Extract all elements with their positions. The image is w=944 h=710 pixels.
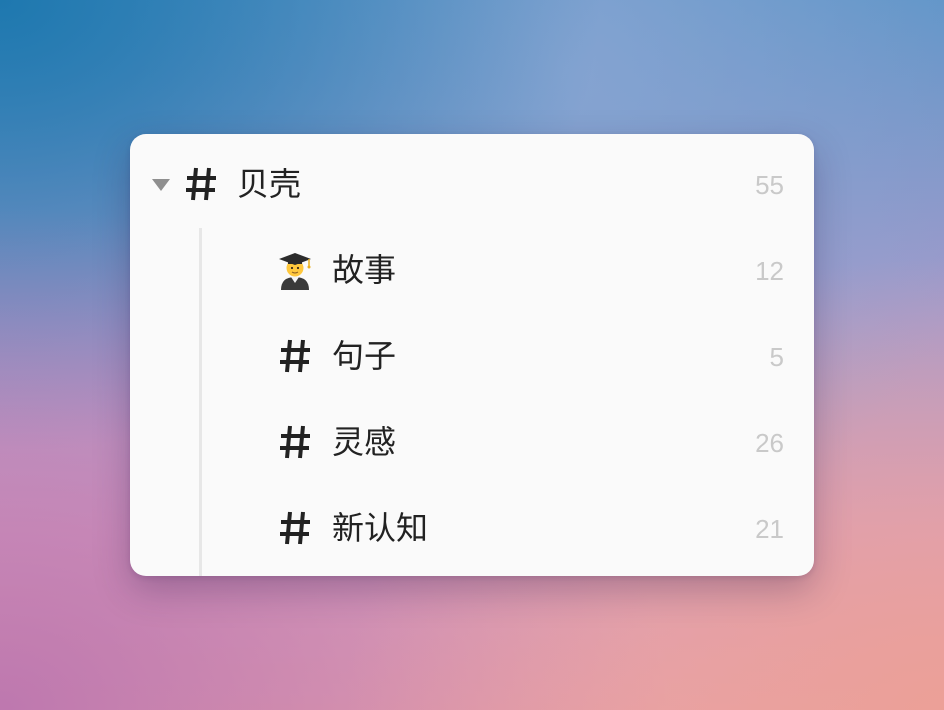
tag-label: 句子 (332, 337, 397, 375)
tag-label: 贝壳 (237, 165, 302, 203)
hash-icon (280, 425, 310, 459)
tag-label: 灵感 (332, 423, 397, 461)
tag-count: 26 (755, 428, 784, 458)
hash-icon (280, 339, 310, 373)
tag-item-sentences[interactable]: 句子 5 (130, 313, 814, 399)
tag-count: 55 (755, 170, 784, 200)
tag-count: 21 (755, 514, 784, 544)
tag-item-new-insights[interactable]: 新认知 21 (130, 485, 814, 571)
hash-icon (280, 511, 310, 545)
tag-item-parent[interactable]: 贝壳 55 (130, 141, 814, 227)
tag-count: 12 (755, 256, 784, 286)
student-emoji-icon (279, 253, 311, 290)
tag-item-inspiration[interactable]: 灵感 26 (130, 399, 814, 485)
tag-tree-panel: 贝壳 55 故事 12 句子 5 灵感 26 新认知 21 (130, 134, 814, 576)
tag-label: 故事 (332, 251, 397, 289)
tag-item-story[interactable]: 故事 12 (130, 227, 814, 313)
caret-down-icon[interactable] (152, 179, 170, 191)
tag-count: 5 (769, 342, 784, 372)
tag-label: 新认知 (332, 509, 429, 547)
hash-icon (186, 167, 216, 201)
